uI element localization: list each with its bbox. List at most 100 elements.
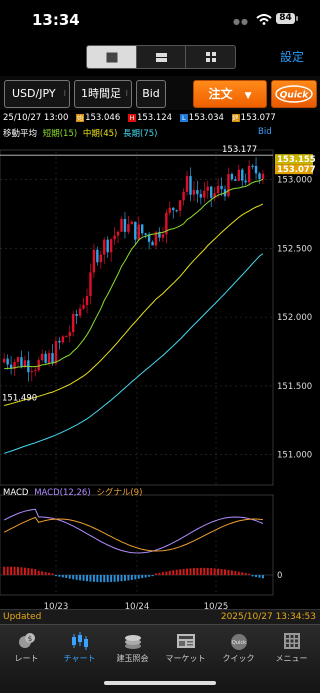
macd-histogram-bar [92, 575, 95, 582]
quick-logo-icon: Quick [275, 85, 313, 103]
y-tick-label: 153.000 [277, 176, 312, 186]
macd-histogram-bar [96, 575, 99, 582]
candle-body [123, 218, 127, 232]
low-marker-label: 151.490 [2, 394, 37, 404]
candle-body [89, 272, 92, 297]
macd-histogram-bar [58, 575, 61, 577]
tab-rate-label: レート [14, 654, 39, 663]
macd-histogram-bar [75, 575, 78, 580]
macd-histogram-bar [237, 571, 240, 575]
macd-line-label: MACD(12,26) [34, 488, 91, 498]
macd-histogram-bar [251, 575, 254, 577]
quick-logo-text: Quick [280, 91, 309, 101]
timeframe-select[interactable]: 1時間足 ⁝ [74, 80, 132, 108]
macd-histogram-bar [34, 569, 37, 575]
macd-histogram-bar [141, 575, 144, 579]
candle-body [185, 176, 189, 192]
macd-histogram-bar [172, 570, 175, 575]
pair-updown-icon: ⁝ [63, 89, 66, 98]
candle-body [127, 224, 130, 232]
candle-body [189, 176, 192, 195]
tab-chart[interactable]: チャート [53, 627, 106, 667]
single-chart-button[interactable] [87, 46, 136, 68]
macd-histogram-bar [220, 569, 223, 575]
order-button[interactable]: 注文 ▼ [193, 80, 267, 108]
candle-body [44, 353, 47, 363]
candle-body [16, 357, 20, 363]
candle-body [199, 194, 203, 198]
macd-histogram-bar [206, 567, 209, 575]
macd-histogram-bar [234, 571, 237, 575]
candle-body [251, 165, 254, 167]
last-tag-label: 153.077 [277, 165, 316, 175]
macd-histogram-bar [144, 575, 147, 578]
macd-histogram-bar [106, 575, 109, 583]
candle-body [137, 224, 140, 240]
high-marker-label: 153.177 [222, 145, 257, 155]
macd-histogram-bar [155, 573, 157, 575]
candle-body [203, 190, 206, 198]
tab-position[interactable]: 建玉照会 [106, 627, 159, 667]
tab-menu-label: メニュー [275, 654, 308, 663]
x-tick-label: 10/25 [204, 602, 229, 609]
macd-histogram-bar [168, 570, 171, 575]
settings-button[interactable]: 設定 [280, 48, 304, 65]
macd-histogram-bar [196, 567, 199, 575]
candle-body [65, 336, 68, 338]
macd-histogram-bar [89, 575, 92, 582]
macd-histogram-bar [10, 566, 13, 575]
candle-body [37, 360, 40, 371]
candle-body [6, 358, 9, 365]
candle-body [237, 169, 240, 181]
tab-market[interactable]: マーケット [159, 627, 212, 667]
candle-body [134, 221, 137, 240]
price-chart[interactable]: 153.000 152.500 152.000 151.500 151.000 153.… [0, 110, 320, 609]
candle-body [34, 370, 37, 372]
split-layout-icon [156, 52, 167, 62]
macd-histogram-bar [120, 575, 123, 582]
macd-histogram-bar [27, 568, 30, 575]
macd-histogram-bar [192, 568, 195, 575]
candle-body [247, 165, 251, 183]
quick-order-button[interactable]: Quick [271, 80, 317, 108]
macd-histogram-bar [217, 568, 220, 575]
menu-grid-icon [283, 633, 300, 649]
x-axis: 10/23 10/24 10/25 [44, 602, 229, 609]
macd-histogram-bar [248, 573, 251, 575]
macd-histogram-bar [213, 568, 216, 575]
candle-body [78, 308, 82, 316]
macd-histogram-bar [258, 575, 261, 578]
macd-histogram-bar [61, 575, 64, 578]
updated-time: 2025/10/27 13:34:53 [220, 612, 316, 622]
split-chart-button[interactable] [136, 46, 186, 68]
candle-body [151, 241, 154, 246]
macd-histogram-bar [148, 575, 151, 577]
macd-zero-label: 0 [277, 571, 282, 581]
currency-pair-select[interactable]: USD/JPY ⁝ [4, 80, 70, 108]
macd-histogram-bar [113, 575, 116, 582]
x-tick-label: 10/23 [44, 602, 69, 609]
macd-histogram-bar [68, 575, 71, 579]
candle-body [230, 173, 234, 180]
candle-body [144, 233, 147, 235]
rate-icon: $ [18, 633, 35, 648]
candle-body [61, 336, 65, 343]
macd-histogram-bar [51, 573, 54, 575]
tab-menu[interactable]: メニュー [265, 627, 318, 667]
macd-histogram-bar [241, 572, 244, 575]
main-pane-frame [0, 149, 274, 486]
candle-body [241, 169, 244, 181]
price-type-button[interactable]: Bid [136, 80, 166, 108]
tab-quick[interactable]: Quick クイック [212, 627, 265, 667]
macd-histogram-bar [41, 571, 44, 575]
macd-histogram-bar [182, 568, 185, 575]
tab-rate[interactable]: $ レート [0, 627, 53, 667]
single-layout-icon [106, 52, 117, 62]
candle-body [3, 358, 6, 363]
macd-histogram-bar [30, 568, 33, 575]
candle-body [96, 249, 99, 263]
candle-body [120, 218, 123, 232]
signal-icon: ●● [233, 17, 249, 26]
home-indicator [104, 681, 216, 685]
grid-chart-button[interactable] [185, 46, 235, 68]
